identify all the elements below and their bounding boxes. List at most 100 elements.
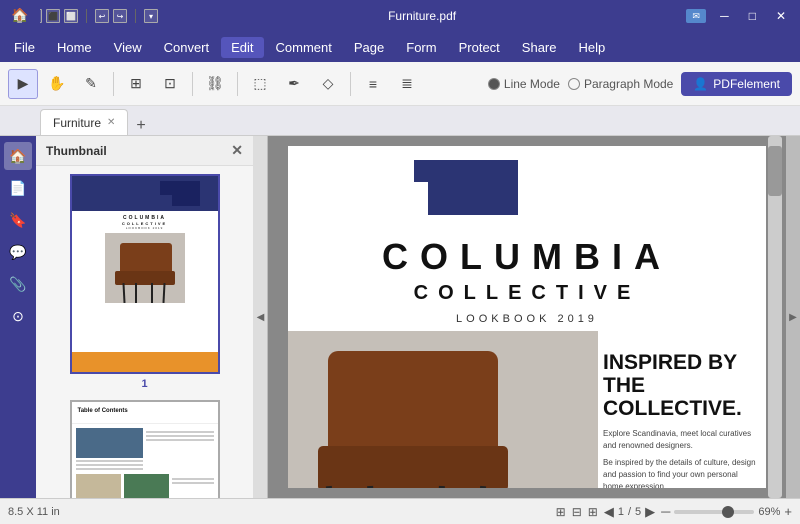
quick-btn-2[interactable]: ⬛ [46, 9, 60, 23]
title-bar-right: ✉ ─ □ ✕ [686, 7, 792, 25]
thumbnail-list: COLUMBIA COLLECTIVE LOOKBOOK 2019 [36, 166, 253, 498]
tab-bar: 🏠 Furniture ✕ + [0, 106, 800, 136]
sidebar-page[interactable]: 📄 [4, 174, 32, 202]
para-mode-radio[interactable] [568, 78, 580, 90]
image-btn[interactable]: ⊞ [121, 69, 151, 99]
para-mode-label: Paragraph Mode [584, 77, 673, 91]
blue-block-2 [160, 181, 174, 195]
zoom-in-btn[interactable]: + [784, 504, 792, 519]
sidebar-attachment[interactable]: 📎 [4, 270, 32, 298]
pdfelement-button[interactable]: 👤 PDFelement [681, 72, 792, 96]
pdf-scroll-thumb[interactable] [768, 146, 782, 196]
line-mode-radio[interactable] [488, 78, 500, 90]
inspired-line2: THE COLLECTIVE. [603, 374, 742, 420]
prev-page-btn[interactable]: ◀ [604, 504, 614, 520]
pdf-title-main: COLUMBIA [288, 236, 766, 278]
menu-page[interactable]: Page [344, 37, 394, 58]
furniture-tab[interactable]: Furniture ✕ [40, 109, 128, 135]
sidebar-home[interactable]: 🏠 [4, 142, 32, 170]
page-sep: / [628, 506, 631, 518]
t2-line6 [146, 439, 214, 441]
zoom-out-btn[interactable]: ─ [661, 504, 670, 519]
sep2 [135, 9, 136, 23]
sep [86, 9, 87, 23]
hand-tool-btn[interactable]: ✋ [42, 69, 72, 99]
sidebar-search[interactable]: ⊙ [4, 302, 32, 330]
menu-view[interactable]: View [104, 37, 152, 58]
quick-btn-3[interactable]: ⬜ [64, 9, 78, 23]
thumb-img-1: COLUMBIA COLLECTIVE LOOKBOOK 2019 [70, 174, 220, 374]
t2-line1 [76, 460, 144, 462]
panel-header: Thumbnail ✕ [36, 136, 253, 166]
menu-form[interactable]: Form [396, 37, 446, 58]
thumb-toc-title: Table of Contents [78, 408, 212, 414]
edit-text-btn[interactable]: ✎ [76, 69, 106, 99]
t2-line3 [76, 468, 144, 470]
chair-seat [318, 446, 508, 488]
menu-edit[interactable]: Edit [221, 37, 263, 58]
inspired-para2: Be inspired by the details of culture, d… [603, 457, 756, 488]
t2-line5 [146, 435, 214, 437]
thumbnail-panel: Thumbnail ✕ COLUMBIA COLLECTIVE LOOKBOOK… [36, 136, 254, 498]
menu-convert[interactable]: Convert [154, 37, 220, 58]
collapse-icon: ◀ [257, 312, 265, 323]
toolbar-right: Line Mode Paragraph Mode 👤 PDFelement [488, 72, 792, 96]
tab-close-btn[interactable]: ✕ [107, 117, 115, 128]
menu-protect[interactable]: Protect [449, 37, 510, 58]
thumb-toc-body [72, 424, 218, 474]
thumb-num-1: 1 [141, 378, 147, 390]
menu-file[interactable]: File [4, 37, 45, 58]
thumb-footer-1 [72, 352, 218, 372]
sidebar-comment[interactable]: 💬 [4, 238, 32, 266]
t2-line4 [146, 431, 214, 433]
menu-comment[interactable]: Comment [266, 37, 342, 58]
redo-btn[interactable]: ↪ [113, 9, 127, 23]
line-mode[interactable]: Line Mode [488, 77, 560, 91]
fit-page-btn[interactable]: ⊞ [556, 505, 566, 519]
zoom-thumb [722, 506, 734, 518]
status-bar-right: ⊞ ⊟ ⊞ ◀ 1 / 5 ▶ ─ 69% + [556, 504, 792, 520]
menu-home[interactable]: Home [47, 37, 102, 58]
chair-leg-thumb2 [135, 283, 137, 303]
page-nav: ◀ 1 / 5 ▶ [604, 504, 655, 520]
text-format-btn[interactable]: ≡ [358, 69, 388, 99]
pdf-title-area: COLUMBIA COLLECTIVE LOOKBOOK 2019 [288, 236, 766, 325]
minimize-btn[interactable]: ─ [714, 7, 735, 25]
para-mode[interactable]: Paragraph Mode [568, 77, 673, 91]
maximize-btn[interactable]: □ [743, 7, 762, 25]
next-page-btn[interactable]: ▶ [645, 504, 655, 520]
sidebar-bookmark[interactable]: 🔖 [4, 206, 32, 234]
thumb-content-1: COLUMBIA COLLECTIVE LOOKBOOK 2019 [72, 211, 218, 307]
panel-close-btn[interactable]: ✕ [231, 142, 243, 159]
thumb-page-2[interactable]: Table of Contents [70, 400, 220, 498]
grid-btn[interactable]: ⊞ [588, 505, 598, 519]
add-tab-btn[interactable]: + [132, 117, 149, 135]
main-content: 🏠 📄 🔖 💬 📎 ⊙ Thumbnail ✕ COLUMBIA [0, 136, 800, 498]
fit-width-btn[interactable]: ⊟ [572, 505, 582, 519]
pdf-viewer: COLUMBIA COLLECTIVE LOOKBOOK 2019 I [268, 136, 786, 498]
pen-btn[interactable]: ✒ [279, 69, 309, 99]
bt-line1 [172, 478, 214, 480]
menu-help[interactable]: Help [569, 37, 616, 58]
pdf-scrollbar[interactable] [768, 136, 782, 498]
select-tool-btn[interactable]: ▶ [8, 69, 38, 99]
panel-collapse-handle[interactable]: ◀ [254, 136, 268, 498]
menu-share[interactable]: Share [512, 37, 567, 58]
thumb-bottom-img2 [124, 474, 169, 498]
shape-btn[interactable]: ◇ [313, 69, 343, 99]
thumb-page-1[interactable]: COLUMBIA COLLECTIVE LOOKBOOK 2019 [70, 174, 220, 390]
inspired-line1: INSPIRED BY [603, 351, 737, 374]
link-btn[interactable]: ⛓ [200, 69, 230, 99]
quick-access-btn[interactable]: ▾ [144, 9, 158, 23]
thumb-col1 [76, 428, 144, 470]
area-btn[interactable]: ⬚ [245, 69, 275, 99]
zoom-slider[interactable] [674, 510, 754, 514]
crop-btn[interactable]: ⊡ [155, 69, 185, 99]
close-btn[interactable]: ✕ [770, 7, 792, 25]
right-panel-handle[interactable]: ▶ [786, 136, 800, 498]
window-title: Furniture.pdf [388, 9, 456, 23]
undo-btn[interactable]: ↩ [95, 9, 109, 23]
more-btn[interactable]: ≣ [392, 69, 422, 99]
pdf-page: COLUMBIA COLLECTIVE LOOKBOOK 2019 I [268, 136, 786, 498]
right-text-area: INSPIRED BY THE COLLECTIVE. Explore Scan… [593, 341, 766, 488]
